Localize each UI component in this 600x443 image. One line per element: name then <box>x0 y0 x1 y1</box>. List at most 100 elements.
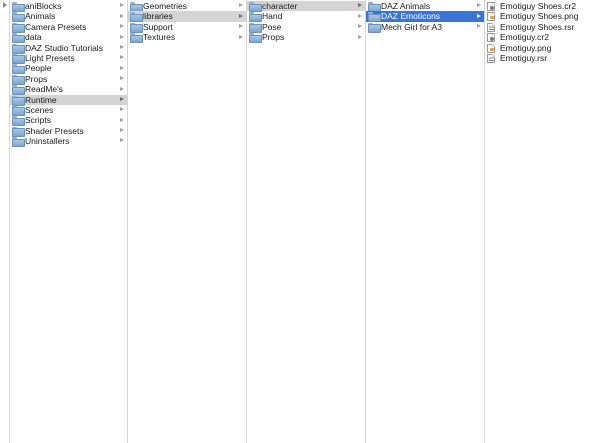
browser-column-2: Geometries libraries Support Textures <box>128 0 247 443</box>
chevron-right-icon <box>239 34 243 39</box>
browser-column-3: character Hand Pose Props <box>247 0 366 443</box>
folder-icon <box>12 74 25 85</box>
item-label: DAZ Emoticons <box>381 11 441 22</box>
file-item-emotiguy-png[interactable]: Emotiguy.png <box>485 43 600 53</box>
folder-item-daz-animals[interactable]: DAZ Animals <box>366 1 484 12</box>
folder-item-shader-presets[interactable]: Shader Presets <box>10 125 127 137</box>
folder-item-geometries[interactable]: Geometries <box>128 1 246 12</box>
folder-item-pose[interactable]: Pose <box>247 22 365 33</box>
browser-column-1: aniBlocks Animals Camera Presets data DAZ St… <box>10 0 128 443</box>
chevron-right-icon <box>239 13 243 18</box>
document-file-icon <box>487 22 495 32</box>
folder-icon <box>12 137 25 148</box>
item-label: People <box>25 63 52 74</box>
chevron-right-icon <box>358 34 362 39</box>
folder-icon <box>12 33 25 44</box>
folder-icon <box>249 33 262 44</box>
chevron-right-icon <box>239 3 243 8</box>
item-label: Shader Presets <box>25 125 84 136</box>
folder-item-daz-studio-tutorials[interactable]: DAZ Studio Tutorials <box>10 42 127 54</box>
item-label: Emotiguy Shoes.png <box>500 11 579 22</box>
item-label: ReadMe's <box>25 84 64 95</box>
folder-item-daz-emoticons[interactable]: DAZ Emoticons <box>366 11 484 23</box>
item-label: Camera Presets <box>25 21 87 32</box>
folder-icon <box>12 116 25 127</box>
folder-item-scenes[interactable]: Scenes <box>10 105 127 116</box>
file-item-emotiguy-shoes-rsr[interactable]: Emotiguy Shoes.rsr <box>485 22 600 32</box>
item-label: Runtime <box>25 94 57 105</box>
folder-icon <box>12 64 25 75</box>
item-label: libraries <box>143 11 173 22</box>
chevron-right-icon <box>358 3 362 8</box>
folder-item-people[interactable]: People <box>10 63 127 75</box>
folder-item-aniblocks[interactable]: aniBlocks <box>10 1 127 12</box>
folder-icon <box>12 22 25 33</box>
chevron-right-icon <box>120 117 124 122</box>
file-item-emotiguy-shoes-cr2[interactable]: Emotiguy Shoes.cr2 <box>485 1 600 11</box>
folder-icon <box>12 95 25 106</box>
chevron-right-icon <box>120 34 124 39</box>
item-label: Emotiguy.rsr <box>500 52 548 63</box>
folder-icon <box>12 105 25 116</box>
folder-icon <box>249 2 262 12</box>
folder-item-props[interactable]: Props <box>10 74 127 85</box>
item-label: Uninstallers <box>25 136 70 147</box>
image-file-icon <box>487 43 495 53</box>
folder-item-data[interactable]: data <box>10 32 127 44</box>
folder-item-scripts[interactable]: Scripts <box>10 115 127 127</box>
item-label: DAZ Animals <box>381 1 431 11</box>
folder-item-libraries[interactable]: libraries <box>128 11 246 23</box>
folder-item-props[interactable]: Props <box>247 32 365 44</box>
chevron-right-icon <box>120 3 124 8</box>
item-label: Emotiguy.cr2 <box>500 32 549 43</box>
folder-item-readme-s[interactable]: ReadMe's <box>10 84 127 96</box>
folder-icon <box>368 2 381 12</box>
chevron-right-icon <box>477 3 481 8</box>
item-label: Animals <box>25 11 56 22</box>
folder-icon <box>249 22 262 33</box>
item-label: Hand <box>262 11 283 22</box>
browser-column-5: Emotiguy Shoes.cr2 Emotiguy Shoes.png Emot… <box>485 0 600 443</box>
file-item-emotiguy-rsr[interactable]: Emotiguy.rsr <box>485 53 600 63</box>
item-label: Props <box>262 32 285 43</box>
folder-icon <box>249 12 262 23</box>
folder-icon <box>130 12 143 23</box>
folder-item-mech-girl-for-a3[interactable]: Mech Girl for A3 <box>366 22 484 33</box>
chevron-right-icon <box>477 13 481 18</box>
folder-icon <box>12 126 25 137</box>
item-label: data <box>25 32 42 43</box>
folder-item-animals[interactable]: Animals <box>10 11 127 23</box>
chevron-right-icon <box>120 24 124 29</box>
item-label: Support <box>143 21 173 32</box>
folder-item-textures[interactable]: Textures <box>128 32 246 44</box>
chevron-right-icon <box>120 55 124 60</box>
browser-column-4: DAZ Animals DAZ Emoticons Mech Girl for A3 <box>366 0 485 443</box>
chevron-right-icon <box>120 86 124 91</box>
folder-item-uninstallers[interactable]: Uninstallers <box>10 136 127 148</box>
item-label: Emotiguy Shoes.rsr <box>500 21 575 32</box>
item-label: DAZ Studio Tutorials <box>25 42 103 53</box>
folder-item-runtime[interactable]: Runtime <box>10 94 127 106</box>
chevron-right-icon <box>120 128 124 133</box>
item-label: Emotiguy.png <box>500 42 552 53</box>
chevron-right-icon <box>120 96 124 101</box>
folder-item-support[interactable]: Support <box>128 21 246 33</box>
folder-item-character[interactable]: character <box>247 1 365 12</box>
item-label: Light Presets <box>25 52 75 63</box>
folder-item-light-presets[interactable]: Light Presets <box>10 52 127 64</box>
folder-icon <box>130 22 143 33</box>
folder-icon <box>12 53 25 64</box>
folder-item-hand[interactable]: Hand <box>247 11 365 23</box>
chevron-right-icon <box>358 24 362 29</box>
item-label: Scripts <box>25 115 51 126</box>
file-item-emotiguy-shoes-png[interactable]: Emotiguy Shoes.png <box>485 11 600 22</box>
chevron-right-icon <box>120 138 124 143</box>
item-label: Emotiguy Shoes.cr2 <box>500 1 577 11</box>
chevron-right-icon <box>120 76 124 81</box>
file-item-emotiguy-cr2[interactable]: Emotiguy.cr2 <box>485 32 600 43</box>
image-file-icon <box>487 12 495 22</box>
folder-item-camera-presets[interactable]: Camera Presets <box>10 21 127 33</box>
folder-icon <box>130 2 143 12</box>
disclosure-arrow-icon[interactable] <box>3 2 7 8</box>
chevron-right-icon <box>120 13 124 18</box>
